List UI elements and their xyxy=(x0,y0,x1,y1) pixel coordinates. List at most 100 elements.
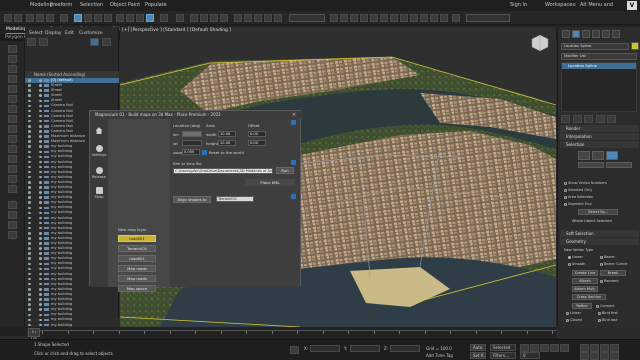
tab-modeling[interactable]: Modeling xyxy=(6,25,27,34)
menu-object-paint[interactable]: Object Paint xyxy=(110,0,140,11)
width-field[interactable]: 10.00 xyxy=(218,131,236,137)
kml-path-field[interactable]: C:\Users\pfer\OneDrive\Documents\3D Mada… xyxy=(173,168,273,174)
reorient-option[interactable]: Reorient xyxy=(600,279,619,283)
freeze-icon[interactable] xyxy=(39,313,42,316)
freeze-icon[interactable] xyxy=(39,262,42,266)
map-layer-button[interactable]: road001 xyxy=(118,255,156,262)
visibility-icon[interactable] xyxy=(28,221,31,225)
visibility-icon[interactable] xyxy=(28,211,31,215)
select-by-button[interactable]: Select By... xyxy=(578,209,618,215)
lights-filter-icon[interactable] xyxy=(8,95,17,103)
menu-selection[interactable]: Selection xyxy=(80,0,103,11)
add-time-tag-button[interactable]: Add Time Tag xyxy=(426,353,453,358)
explorer-pin-icon[interactable] xyxy=(101,38,111,46)
create-selection-set-dropdown[interactable] xyxy=(289,14,325,22)
refine-button[interactable]: Refine xyxy=(572,303,592,309)
visibility-icon[interactable] xyxy=(28,318,31,322)
visibility-icon[interactable] xyxy=(28,130,31,133)
visibility-icon[interactable] xyxy=(28,277,31,281)
area-selection[interactable]: Area Selection xyxy=(564,195,593,199)
pan-icon[interactable] xyxy=(590,352,599,360)
render-setup-icon[interactable] xyxy=(360,14,368,22)
visibility-icon[interactable] xyxy=(28,257,31,260)
vtype-bezier-corner-radio[interactable] xyxy=(600,262,603,266)
segment-select-button[interactable] xyxy=(592,151,604,160)
freeze-icon[interactable] xyxy=(39,196,42,199)
offset-y-field[interactable]: 0.00 xyxy=(248,140,266,146)
cross-section-button[interactable]: Cross Section xyxy=(572,294,606,300)
visibility-icon[interactable] xyxy=(28,216,31,220)
freeze-icon[interactable] xyxy=(39,272,42,276)
attach-button[interactable]: Attach xyxy=(572,278,598,284)
menu-freeform[interactable]: Freeform xyxy=(50,0,72,11)
visibility-icon[interactable] xyxy=(28,109,31,113)
layer-explorer-icon[interactable] xyxy=(264,14,272,22)
pin-stack-icon[interactable] xyxy=(561,115,570,123)
freeze-icon[interactable] xyxy=(39,211,42,215)
auto-key-button[interactable]: Auto xyxy=(470,344,486,351)
key-filters-button[interactable]: Filters... xyxy=(490,352,516,359)
maxscript-listener[interactable] xyxy=(0,326,27,336)
closed-option[interactable]: Closed xyxy=(566,318,582,322)
maximize-viewport-icon[interactable] xyxy=(610,352,619,360)
map-layer-button[interactable]: Terrain001 xyxy=(118,245,156,252)
vtype-bezier-corner[interactable]: Bezier Corner xyxy=(600,262,628,266)
scale-icon[interactable] xyxy=(136,14,144,22)
containers-filter-icon[interactable] xyxy=(8,165,17,173)
visibility-icon[interactable] xyxy=(28,99,31,103)
freeze-icon[interactable] xyxy=(39,135,42,138)
visibility-icon[interactable] xyxy=(28,89,31,92)
pivot-icon[interactable] xyxy=(176,14,184,22)
zoom-icon[interactable] xyxy=(580,344,589,352)
shapes-filter-icon[interactable] xyxy=(8,85,17,93)
mirror-icon[interactable] xyxy=(244,14,252,22)
select-object-icon[interactable] xyxy=(74,14,82,22)
snap-icon[interactable] xyxy=(190,14,198,22)
freeze-icon[interactable] xyxy=(39,282,42,286)
map-layer-button[interactable]: Map space xyxy=(118,285,156,292)
vertex-select-button[interactable] xyxy=(578,151,590,160)
stack-item[interactable]: Location Spline xyxy=(562,63,636,69)
freeze-icon[interactable] xyxy=(39,247,42,250)
freeze-icon[interactable] xyxy=(39,165,42,169)
visibility-icon[interactable] xyxy=(28,114,31,118)
spinner-snap-icon[interactable] xyxy=(220,14,228,22)
z-coordinate-field[interactable] xyxy=(390,345,420,352)
visibility-icon[interactable] xyxy=(28,282,31,286)
zoom-extents-icon[interactable] xyxy=(600,344,609,352)
explorer-menu-customize[interactable]: Customize xyxy=(79,30,103,38)
bind-first-checkbox[interactable] xyxy=(598,311,601,315)
previous-frame-icon[interactable] xyxy=(530,344,539,352)
align-icon[interactable] xyxy=(254,14,262,22)
arnold-icon[interactable] xyxy=(410,14,418,22)
vtype-smooth[interactable]: Smooth xyxy=(568,262,586,266)
plugin-2-icon[interactable] xyxy=(440,14,448,22)
bind-last-option[interactable]: Bind last xyxy=(598,318,617,322)
visibility-icon[interactable] xyxy=(28,252,31,255)
visibility-icon[interactable] xyxy=(28,308,31,311)
reorient-checkbox[interactable] xyxy=(600,279,603,283)
connect-checkbox[interactable] xyxy=(596,304,599,308)
cameras-filter-icon[interactable] xyxy=(8,105,17,113)
vtype-linear-radio[interactable] xyxy=(568,255,571,259)
options-icon[interactable] xyxy=(8,231,17,239)
orbit-icon[interactable] xyxy=(600,352,609,360)
rollout-soft-selection[interactable]: Soft Selection xyxy=(560,230,639,237)
next-frame-icon[interactable] xyxy=(550,344,559,352)
freeze-icon[interactable] xyxy=(39,277,42,281)
xrefs-filter-icon[interactable] xyxy=(8,145,17,153)
visibility-icon[interactable] xyxy=(28,201,31,204)
visibility-icon[interactable] xyxy=(28,165,31,169)
find-icon[interactable] xyxy=(8,221,17,229)
align-help-icon[interactable] xyxy=(291,194,296,199)
freeze-icon[interactable] xyxy=(39,303,42,306)
visibility-icon[interactable] xyxy=(28,94,31,97)
ref-coord-icon[interactable] xyxy=(160,14,168,22)
kml-help-icon[interactable] xyxy=(291,160,296,165)
visibility-icon[interactable] xyxy=(28,293,31,296)
geometry-filter-icon[interactable] xyxy=(8,75,17,83)
visibility-icon[interactable] xyxy=(28,119,31,123)
dialog-title[interactable]: Magnesium 01 - Build maps on 3d Max - Pl… xyxy=(90,111,302,119)
freeze-icon[interactable] xyxy=(39,308,42,311)
align-shapes-button[interactable]: Align shapes to xyxy=(173,196,211,203)
